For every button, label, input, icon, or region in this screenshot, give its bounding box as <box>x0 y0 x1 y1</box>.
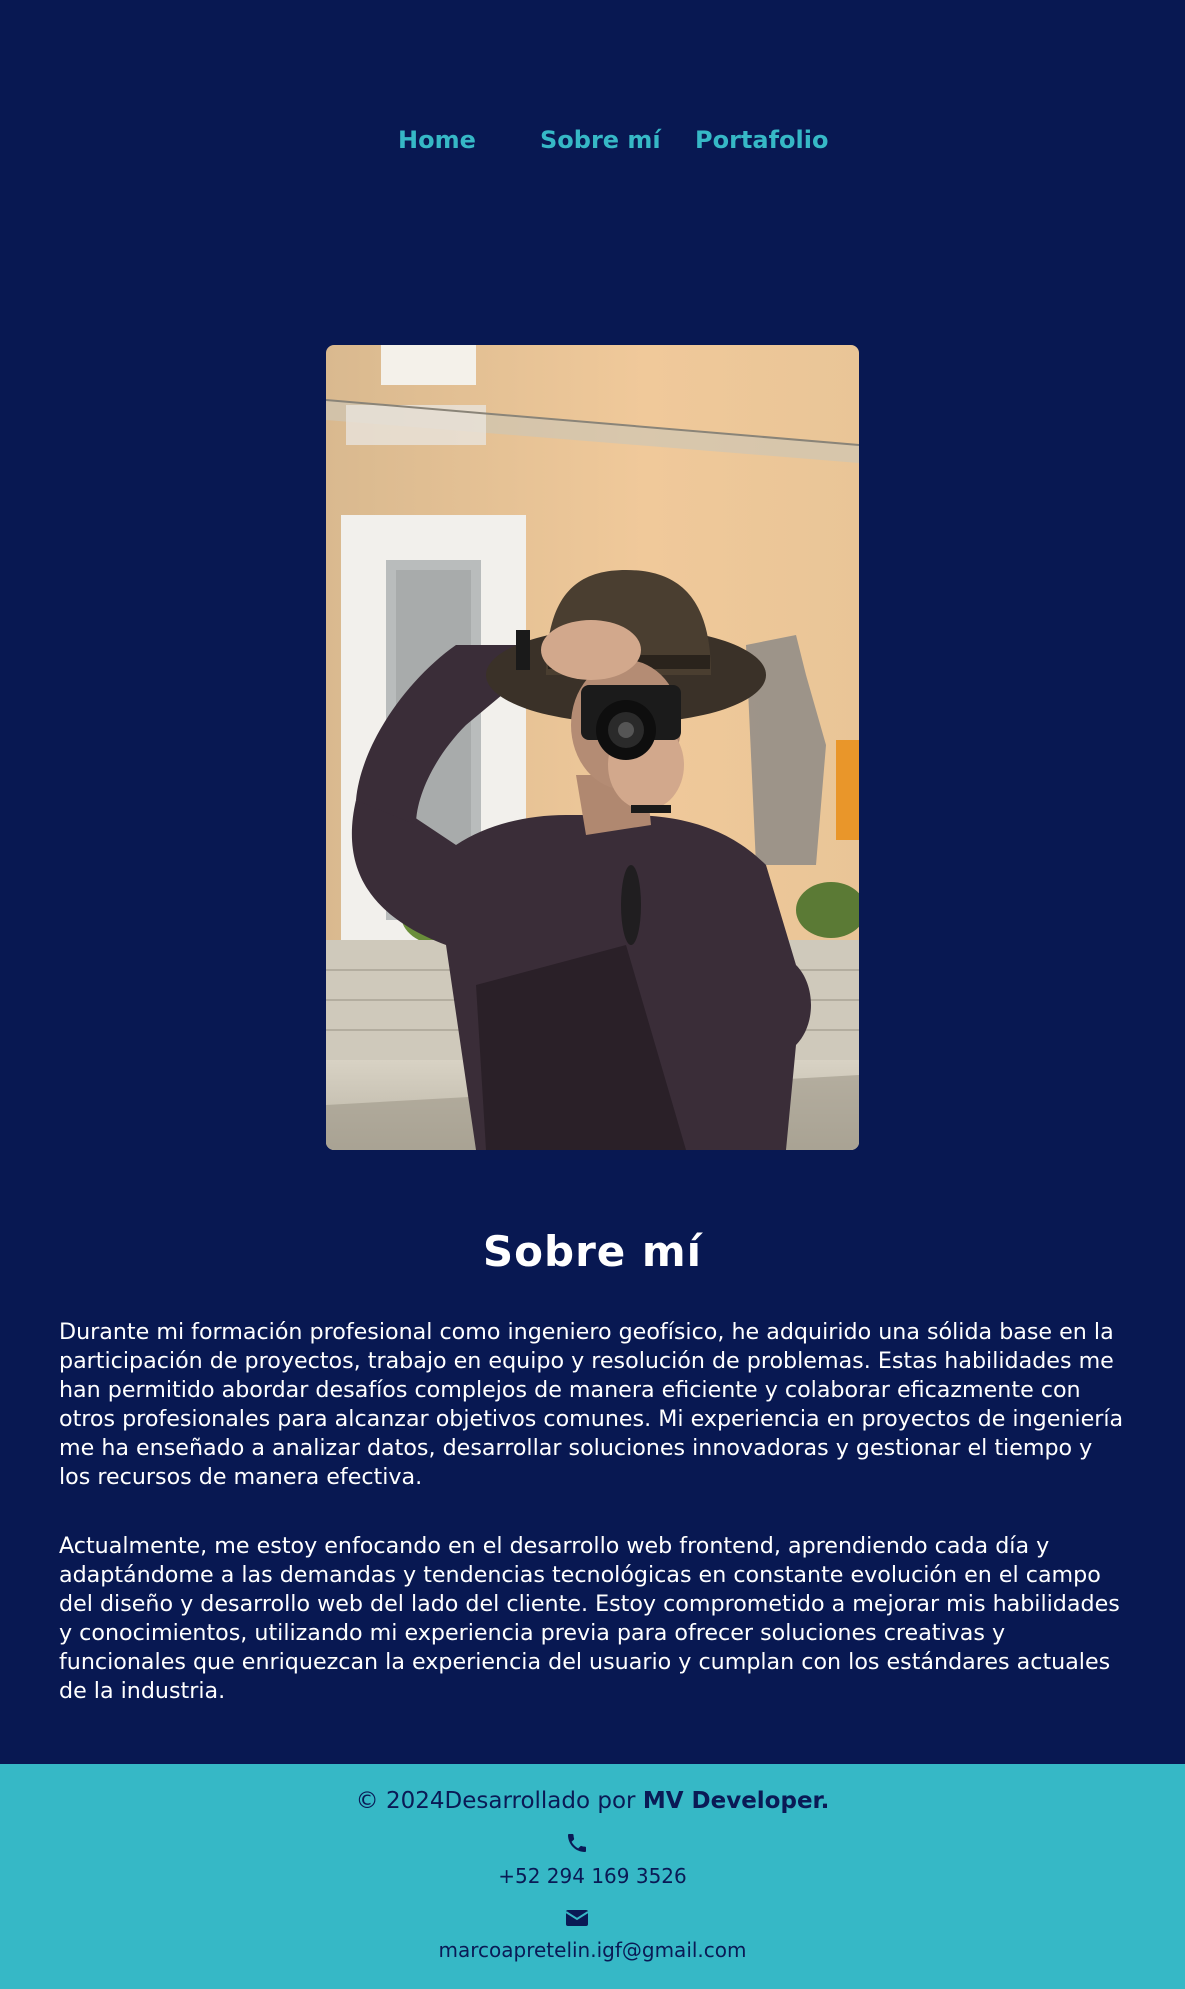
footer-phone[interactable]: +52 294 169 3526 <box>0 1864 1185 1888</box>
copyright-text: © 2024Desarrollado por <box>355 1788 643 1814</box>
page-title: Sobre mí <box>482 1227 703 1276</box>
page: Home Sobre mí Portafolio Sobre mí Durant… <box>0 0 1185 1989</box>
nav-home-link[interactable]: Home <box>398 126 476 154</box>
profile-photo <box>326 345 859 1150</box>
nav-portfolio-link[interactable]: Portafolio <box>695 126 828 154</box>
envelope-icon <box>565 1906 589 1930</box>
brand-name: MV Developer. <box>642 1788 830 1814</box>
main-nav: Home Sobre mí Portafolio <box>0 126 1185 162</box>
footer-copyright: © 2024Desarrollado por MV Developer. <box>0 1788 1185 1814</box>
phone-icon <box>565 1831 589 1855</box>
about-paragraph-2: Actualmente, me estoy enfocando en el de… <box>59 1533 1120 1704</box>
footer-email[interactable]: marcoapretelin.igf@gmail.com <box>0 1938 1185 1962</box>
nav-about-link[interactable]: Sobre mí <box>540 126 661 154</box>
about-paragraph-1: Durante mi formación profesional como in… <box>59 1319 1124 1490</box>
footer: © 2024Desarrollado por MV Developer. +52… <box>0 1764 1185 1989</box>
